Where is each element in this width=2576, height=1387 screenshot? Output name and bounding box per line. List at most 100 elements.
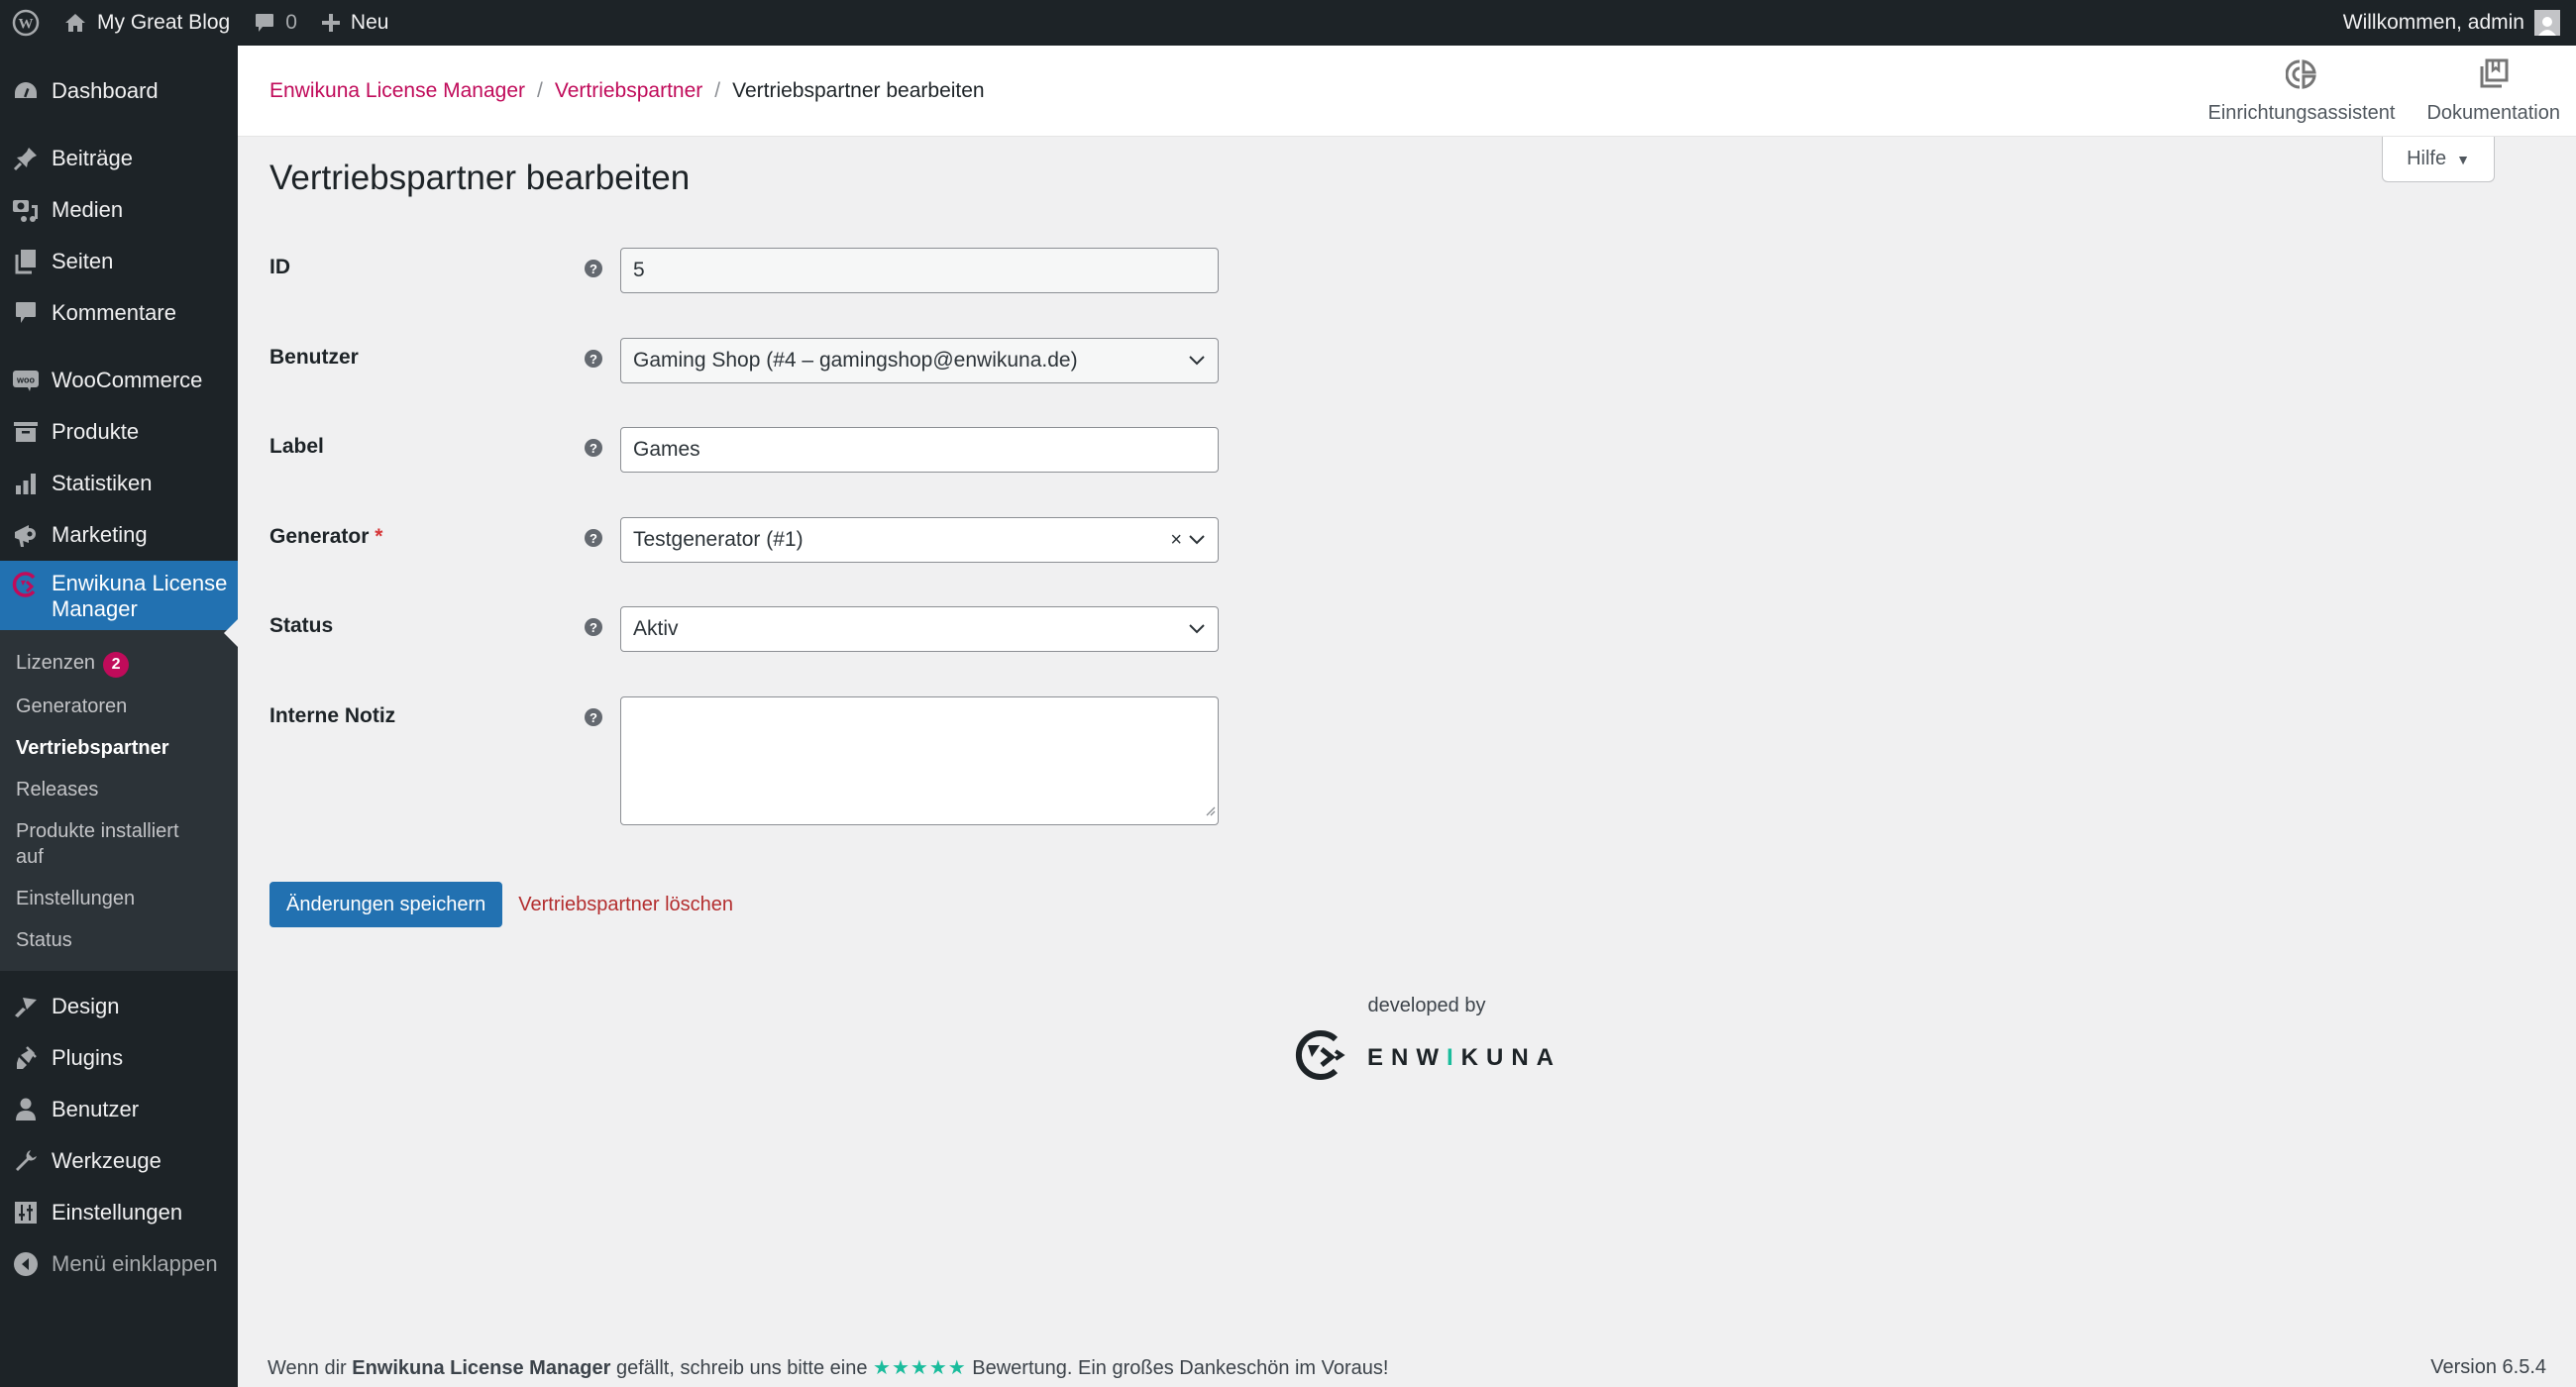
sidebar-item-users[interactable]: Benutzer <box>0 1084 238 1135</box>
setup-wizard-button[interactable]: Einrichtungsassistent <box>2192 46 2411 137</box>
label-input[interactable]: Games <box>620 427 1219 473</box>
sidebar-item-label: Statistiken <box>52 471 153 495</box>
brush-icon <box>12 993 40 1020</box>
sidebar-item-comments[interactable]: Kommentare <box>0 287 238 339</box>
help-icon[interactable]: ? <box>585 708 602 726</box>
new-content-button[interactable]: Neu <box>309 0 401 46</box>
sidebar-item-label: Marketing <box>52 522 148 547</box>
id-field[interactable]: 5 <box>620 248 1219 293</box>
documentation-label: Dokumentation <box>2426 101 2560 124</box>
site-name-link[interactable]: My Great Blog <box>52 0 242 46</box>
sidebar-item-posts[interactable]: Beiträge <box>0 133 238 184</box>
wordpress-icon: W <box>12 9 40 37</box>
help-tab-button[interactable]: Hilfe ▼ <box>2382 137 2495 182</box>
admin-sidebar: Dashboard Beiträge Medien Seiten Komment… <box>0 46 238 1387</box>
documentation-button[interactable]: Dokumentation <box>2411 46 2576 137</box>
chevron-down-icon <box>1188 623 1206 635</box>
sidebar-item-plugins[interactable]: Plugins <box>0 1032 238 1084</box>
submenu-item-generators[interactable]: Generatoren <box>0 686 238 727</box>
status-select[interactable]: Aktiv <box>620 606 1219 652</box>
avatar <box>2534 10 2560 36</box>
setup-wizard-icon <box>2285 58 2317 96</box>
footer-text: Wenn dir <box>268 1356 353 1379</box>
save-button[interactable]: Änderungen speichern <box>269 882 503 927</box>
comment-icon <box>12 299 40 327</box>
sidebar-item-products[interactable]: Produkte <box>0 406 238 458</box>
sidebar-item-label: Einstellungen <box>52 1200 183 1225</box>
breadcrumb-link-resellers[interactable]: Vertriebspartner <box>555 79 702 103</box>
comments-link[interactable]: 0 <box>242 0 309 46</box>
logo-text: KUNA <box>1460 1043 1561 1071</box>
rating-stars-link[interactable]: ★★★★★ <box>873 1357 967 1379</box>
form-actions: Änderungen speichern Vertriebspartner lö… <box>269 882 733 927</box>
label-value: Games <box>633 438 700 461</box>
sidebar-item-label: Werkzeuge <box>52 1148 161 1173</box>
enwikuna-icon <box>12 571 40 598</box>
plus-icon <box>321 13 341 33</box>
sidebar-item-design[interactable]: Design <box>0 981 238 1032</box>
sidebar-item-media[interactable]: Medien <box>0 184 238 236</box>
submenu-item-settings[interactable]: Einstellungen <box>0 878 238 919</box>
help-icon[interactable]: ? <box>585 439 602 457</box>
comments-count: 0 <box>285 11 297 34</box>
required-mark: * <box>375 525 383 548</box>
caret-down-icon: ▼ <box>2456 151 2470 167</box>
sidebar-item-statistics[interactable]: Statistiken <box>0 458 238 509</box>
sidebar-item-label: Produkte <box>52 419 140 444</box>
footer-plugin-name: Enwikuna License Manager <box>352 1356 611 1379</box>
help-icon[interactable]: ? <box>585 618 602 636</box>
megaphone-icon <box>12 521 40 549</box>
archive-icon <box>12 418 40 446</box>
help-icon[interactable]: ? <box>585 350 602 368</box>
submenu-item-resellers[interactable]: Vertriebspartner <box>0 727 238 769</box>
note-textarea[interactable] <box>620 696 1219 825</box>
id-label: ID <box>269 256 290 278</box>
clear-icon[interactable]: × <box>1170 529 1182 552</box>
sidebar-item-pages[interactable]: Seiten <box>0 236 238 287</box>
generator-label: Generator * <box>269 525 382 549</box>
sidebar-item-woocommerce[interactable]: woo WooCommerce <box>0 355 238 406</box>
pages-icon <box>12 248 40 275</box>
generator-select[interactable]: Testgenerator (#1) × <box>620 517 1219 563</box>
comment-icon <box>254 12 275 34</box>
help-icon[interactable]: ? <box>585 260 602 277</box>
id-value: 5 <box>633 259 645 281</box>
sidebar-item-label: WooCommerce <box>52 368 203 392</box>
sidebar-item-dashboard[interactable]: Dashboard <box>0 65 238 117</box>
wp-logo-button[interactable]: W <box>0 0 52 46</box>
sidebar-item-label: Beiträge <box>52 146 133 170</box>
submenu-item-status[interactable]: Status <box>0 919 238 961</box>
sidebar-item-label: Design <box>52 994 120 1018</box>
sidebar-item-marketing[interactable]: Marketing <box>0 509 238 561</box>
sidebar-item-tools[interactable]: Werkzeuge <box>0 1135 238 1187</box>
current-menu-arrow <box>224 619 238 647</box>
svg-text:W: W <box>19 17 34 33</box>
rating-request: Wenn dir Enwikuna License Manager gefäll… <box>268 1355 1388 1380</box>
user-icon <box>12 1096 40 1123</box>
generator-value: Testgenerator (#1) <box>633 528 804 551</box>
sidebar-item-label: Plugins <box>52 1045 124 1070</box>
submenu-item-releases[interactable]: Releases <box>0 769 238 810</box>
footer-text: gefällt, schreib uns bitte eine <box>610 1356 874 1379</box>
delete-reseller-link[interactable]: Vertriebspartner löschen <box>518 894 733 916</box>
user-select[interactable]: Gaming Shop (#4 – gamingshop@enwikuna.de… <box>620 338 1219 383</box>
account-menu[interactable]: Willkommen, admin <box>2331 0 2576 46</box>
sidebar-item-enwikuna-license-manager[interactable]: Enwikuna License Manager <box>0 561 238 630</box>
collapse-menu-button[interactable]: Menü einklappen <box>0 1238 238 1290</box>
user-value: Gaming Shop (#4 – gamingshop@enwikuna.de… <box>633 349 1078 372</box>
note-label: Interne Notiz <box>269 704 396 727</box>
sidebar-item-settings[interactable]: Einstellungen <box>0 1187 238 1238</box>
chevron-down-icon <box>1188 534 1206 546</box>
breadcrumb-link-plugin[interactable]: Enwikuna License Manager <box>269 79 525 103</box>
generator-label-text: Generator <box>269 525 370 548</box>
submenu-item-licenses[interactable]: Lizenzen 2 <box>0 642 238 686</box>
help-icon[interactable]: ? <box>585 529 602 547</box>
submenu-item-products-installed-on[interactable]: Produkte installiert auf <box>0 810 208 878</box>
sidebar-item-label: Dashboard <box>52 78 159 103</box>
enwikuna-logo[interactable]: ENWIKUNA <box>1295 1027 1554 1088</box>
user-label: Benutzer <box>269 346 359 369</box>
resize-handle-icon[interactable] <box>1204 799 1216 822</box>
greeting: Willkommen, admin <box>2342 11 2524 34</box>
breadcrumb: Enwikuna License Manager / Vertriebspart… <box>269 79 985 103</box>
dashboard-icon <box>12 77 40 105</box>
